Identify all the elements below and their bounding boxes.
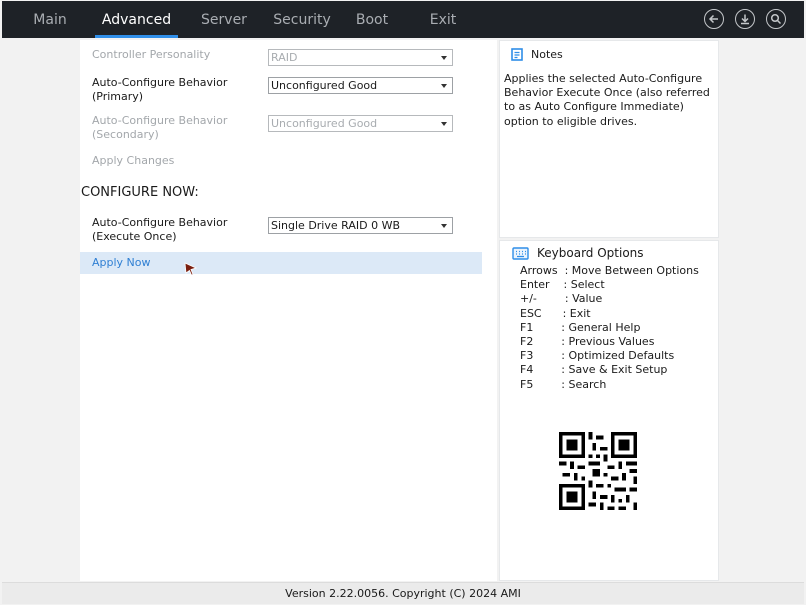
- auto-configure-primary-label-line1: Auto-Configure Behavior: [92, 76, 228, 89]
- keyboard-options-header: Keyboard Options: [512, 246, 644, 260]
- keyboard-option: Enter : Select: [520, 278, 605, 292]
- configure-now-title: CONFIGURE NOW:: [81, 185, 199, 200]
- notes-panel: Notes Applies the selected Auto-Configur…: [499, 40, 719, 238]
- keyboard-option: +/- : Value: [520, 292, 603, 306]
- execute-once-select[interactable]: Single Drive RAID 0 WB: [268, 217, 453, 234]
- notes-title: Notes: [531, 48, 563, 61]
- controller-personality-select: RAID: [268, 49, 453, 66]
- auto-configure-secondary-label-line1: Auto-Configure Behavior: [92, 114, 228, 127]
- tab-advanced[interactable]: Advanced: [95, 1, 178, 38]
- execute-once-label-line1: Auto-Configure Behavior: [92, 216, 228, 229]
- back-icon[interactable]: [704, 9, 724, 29]
- controller-personality-value: RAID: [271, 51, 298, 64]
- execute-once-label-line2: (Execute Once): [92, 230, 177, 243]
- auto-configure-primary-label: Auto-Configure Behavior (Primary): [92, 76, 227, 104]
- chevron-down-icon: [441, 224, 447, 228]
- auto-configure-primary-label-line2: (Primary): [92, 90, 144, 103]
- auto-configure-secondary-label: Auto-Configure Behavior (Secondary): [92, 114, 227, 142]
- notes-header: Notes: [511, 48, 563, 61]
- keyboard-option: F5 : Search: [520, 377, 607, 391]
- qr-code-icon: [559, 432, 637, 510]
- keyboard-options-panel: Keyboard Options Arrows : Move Between O…: [499, 240, 719, 581]
- tab-server[interactable]: Server: [191, 1, 257, 38]
- auto-configure-primary-value: Unconfigured Good: [271, 79, 378, 92]
- keyboard-option: Arrows : Move Between Options: [520, 264, 699, 277]
- right-gutter: [719, 40, 804, 581]
- download-icon[interactable]: [735, 9, 755, 29]
- auto-configure-secondary-label-line2: (Secondary): [92, 128, 159, 141]
- mouse-cursor-icon: [184, 262, 197, 276]
- top-icons: [704, 9, 786, 29]
- top-menu-bar: Main Advanced Server Security Boot Exit: [2, 1, 804, 38]
- notes-icon: [511, 48, 523, 61]
- keyboard-option: F3 : Optimized Defaults: [520, 349, 675, 363]
- notes-text: Applies the selected Auto-Configure Beha…: [504, 72, 710, 128]
- keyboard-option: F2 : Previous Values: [520, 335, 655, 349]
- auto-configure-primary-select[interactable]: Unconfigured Good: [268, 77, 453, 94]
- footer-version: Version 2.22.0056. Copyright (C) 2024 AM…: [2, 582, 804, 604]
- execute-once-value: Single Drive RAID 0 WB: [271, 219, 400, 232]
- keyboard-option: ESC : Exit: [520, 306, 591, 320]
- keyboard-option: F4 : Save & Exit Setup: [520, 363, 668, 377]
- keyboard-icon: [512, 247, 529, 260]
- keyboard-option: F1 : General Help: [520, 320, 641, 334]
- auto-configure-secondary-select: Unconfigured Good: [268, 115, 453, 132]
- controller-personality-label: Controller Personality: [92, 48, 211, 61]
- chevron-down-icon: [441, 84, 447, 88]
- auto-configure-secondary-value: Unconfigured Good: [271, 117, 378, 130]
- chevron-down-icon: [441, 56, 447, 60]
- execute-once-label: Auto-Configure Behavior (Execute Once): [92, 216, 227, 244]
- tab-main[interactable]: Main: [17, 1, 83, 38]
- settings-panel: Controller Personality RAID Auto-Configu…: [80, 40, 497, 581]
- apply-changes-link: Apply Changes: [92, 154, 175, 167]
- search-icon[interactable]: [766, 9, 786, 29]
- apply-now-button[interactable]: Apply Now: [80, 252, 482, 274]
- tab-security[interactable]: Security: [264, 1, 340, 38]
- chevron-down-icon: [441, 122, 447, 126]
- tab-exit[interactable]: Exit: [415, 1, 471, 38]
- tab-boot[interactable]: Boot: [344, 1, 400, 38]
- keyboard-options-title: Keyboard Options: [537, 246, 644, 260]
- keyboard-options-list: Arrows : Move Between Options Enter : Se…: [520, 264, 699, 392]
